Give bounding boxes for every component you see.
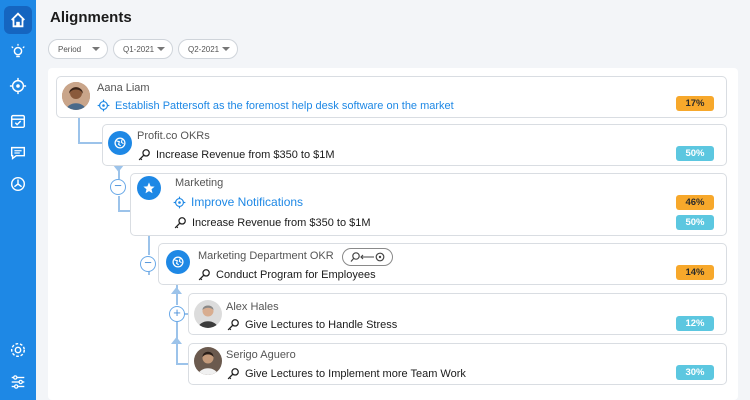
- card-owner: Alex Hales: [226, 301, 279, 313]
- q2-filter-label: Q2-2021: [188, 44, 220, 54]
- globe-icon: [166, 250, 190, 274]
- progress-badge: 46%: [676, 195, 714, 210]
- lightbulb-icon[interactable]: [4, 38, 32, 66]
- progress-badge: 12%: [676, 316, 714, 331]
- avatar: [62, 82, 90, 110]
- chat-icon[interactable]: [4, 139, 32, 167]
- key-result-link[interactable]: Increase Revenue from $350 to $1M: [137, 148, 335, 162]
- page-title: Alignments: [50, 9, 132, 26]
- key-result-link[interactable]: Give Lectures to Implement more Team Wor…: [226, 367, 466, 381]
- key-result-icon: [174, 217, 186, 229]
- card-owner: Marketing: [175, 177, 224, 189]
- objective-link[interactable]: Improve Notifications: [173, 195, 303, 209]
- connector-line: [176, 363, 188, 365]
- progress-badge: 50%: [676, 146, 714, 161]
- connector-line: [118, 196, 120, 210]
- connector-line: [118, 210, 130, 212]
- collapse-toggle[interactable]: −: [110, 179, 126, 195]
- key-result-text: Increase Revenue from $350 to $1M: [192, 217, 371, 229]
- calendar-check-icon[interactable]: [4, 107, 32, 135]
- key-result-link[interactable]: Give Lectures to Handle Stress: [226, 318, 397, 332]
- star-icon: [137, 176, 161, 200]
- arrow-up-icon: [171, 287, 182, 294]
- home-icon[interactable]: [4, 6, 32, 34]
- progress-badge: 14%: [676, 265, 714, 280]
- chevron-down-icon: [157, 47, 165, 51]
- key-result-text: Conduct Program for Employees: [216, 269, 376, 281]
- connector-line: [78, 118, 80, 142]
- objective-text: Improve Notifications: [191, 195, 304, 209]
- expand-toggle[interactable]: +: [169, 306, 185, 322]
- alignment-link-button[interactable]: [342, 248, 393, 266]
- chevron-down-icon: [222, 47, 230, 51]
- key-result-link[interactable]: Conduct Program for Employees: [197, 268, 376, 282]
- avatar: [194, 300, 222, 328]
- q2-filter[interactable]: Q2-2021: [178, 39, 238, 59]
- collapse-toggle[interactable]: −: [140, 256, 156, 272]
- avatar: [194, 347, 222, 375]
- key-result-text: Give Lectures to Implement more Team Wor…: [245, 368, 466, 380]
- sliders-icon[interactable]: [4, 368, 32, 396]
- sidebar: [0, 0, 36, 400]
- key-result-icon: [198, 269, 210, 281]
- card-owner: Serigo Aguero: [226, 349, 296, 361]
- target-icon: [97, 99, 110, 112]
- objective-link[interactable]: Establish Pattersoft as the foremost hel…: [97, 99, 454, 112]
- key-to-target-icon: [350, 252, 384, 262]
- key-result-icon: [138, 149, 150, 161]
- progress-badge: 30%: [676, 365, 714, 380]
- settings-icon[interactable]: [4, 336, 32, 364]
- progress-badge: 17%: [676, 96, 714, 111]
- target-icon: [173, 196, 186, 208]
- key-result-link[interactable]: Increase Revenue from $350 to $1M: [173, 216, 371, 230]
- arrow-down-icon: [113, 165, 124, 172]
- q1-filter-label: Q1-2021: [123, 44, 155, 54]
- key-result-text: Give Lectures to Handle Stress: [245, 319, 398, 331]
- objective-text: Establish Pattersoft as the foremost hel…: [115, 99, 454, 112]
- key-result-icon: [227, 319, 239, 331]
- chevron-down-icon: [92, 47, 100, 51]
- progress-badge: 50%: [676, 215, 714, 230]
- key-result-icon: [227, 368, 239, 380]
- key-result-text: Increase Revenue from $350 to $1M: [156, 149, 335, 161]
- card-owner: Marketing Department OKR: [198, 250, 334, 262]
- period-filter-label: Period: [58, 44, 82, 54]
- card-owner: Aana Liam: [97, 82, 150, 94]
- connector-line: [78, 142, 103, 144]
- target-icon[interactable]: [4, 72, 32, 100]
- period-filter[interactable]: Period: [48, 39, 108, 59]
- arrow-up-icon: [171, 337, 182, 344]
- card-owner: Profit.co OKRs: [137, 130, 210, 142]
- dashboard-icon[interactable]: [4, 170, 32, 198]
- globe-icon: [108, 131, 132, 155]
- q1-filter[interactable]: Q1-2021: [113, 39, 173, 59]
